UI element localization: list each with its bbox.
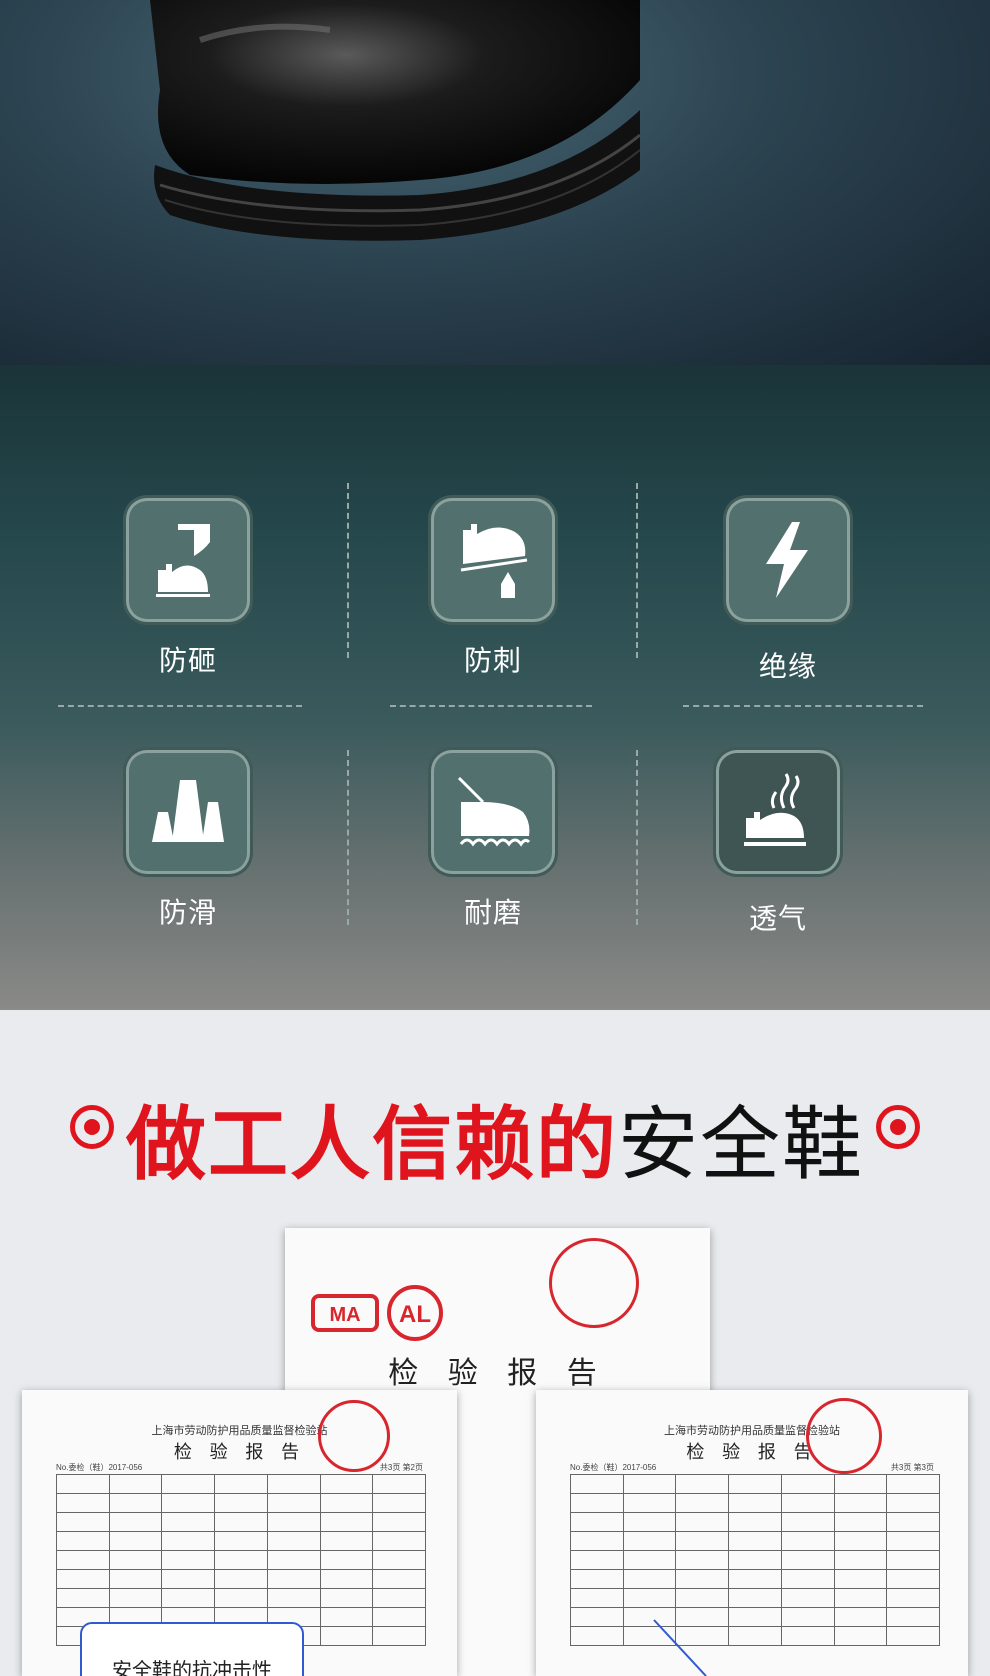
insulation-lightning-icon: [729, 501, 847, 619]
feature-anti-puncture: 防刺: [418, 501, 568, 679]
feature-label: 透气: [748, 903, 807, 934]
feature-label: 耐磨: [463, 897, 522, 928]
divider: [347, 750, 349, 925]
section-heading: 做工人信赖的安全鞋: [0, 1080, 990, 1196]
report-title: 检 验 报 告: [173, 1442, 306, 1463]
anti-slip-icon: [129, 753, 247, 871]
feature-label: 绝缘: [758, 651, 817, 682]
feature-anti-slip: 防滑: [113, 753, 263, 931]
report-title-large: 检 验 报 告: [388, 1356, 607, 1391]
anti-puncture-icon: [434, 501, 552, 619]
feature-insulation: 绝缘: [713, 501, 863, 685]
divider: [390, 705, 592, 707]
feature-wear-resistant: 耐磨: [418, 753, 568, 931]
divider: [347, 483, 349, 658]
shoe-illustration: [150, 0, 641, 241]
heading-red: 做工人信赖的: [126, 1100, 618, 1189]
callout-box: 安全鞋的抗冲击性: [80, 1622, 304, 1676]
features-section: 防砸 防刺 绝缘 防滑 耐磨 透气: [0, 365, 990, 1010]
report-table: [56, 1474, 426, 1646]
feature-anti-smash: 防砸: [113, 501, 263, 679]
breathable-icon: [719, 753, 837, 871]
red-seal-stamp: [549, 1238, 639, 1328]
hero-shoe-photo: [0, 0, 990, 365]
cma-logo-icon: MA AL: [311, 1285, 443, 1341]
divider: [58, 705, 302, 707]
anti-smash-icon: [129, 501, 247, 619]
report-page-3-document: 上海市劳动防护用品质量监督检验站 检 验 报 告 No.委检（鞋）2017-05…: [536, 1390, 968, 1676]
divider: [683, 705, 923, 707]
feature-breathable: 透气: [703, 753, 853, 937]
report-page-2-document: 上海市劳动防护用品质量监督检验站 检 验 报 告 No.委检（鞋）2017-05…: [22, 1390, 457, 1676]
feature-label: 防刺: [463, 645, 522, 676]
red-seal-stamp: [318, 1400, 390, 1472]
page-number: 共3页 第2页: [379, 1463, 423, 1472]
feature-label: 防滑: [158, 897, 217, 928]
wear-resistant-icon: [434, 753, 552, 871]
feature-label: 防砸: [158, 645, 217, 676]
svg-text:MA: MA: [329, 1304, 360, 1326]
svg-text:AL: AL: [399, 1301, 431, 1328]
callout-text: 安全鞋的抗冲击性: [112, 1660, 272, 1676]
heading-black: 安全鞋: [618, 1100, 864, 1189]
report-number: No.委检（鞋）2017-056: [56, 1463, 143, 1472]
divider: [636, 750, 638, 925]
divider: [636, 483, 638, 658]
callout-pointer: [653, 1619, 707, 1676]
report-org: 上海市劳动防护用品质量监督检验站: [151, 1425, 328, 1437]
